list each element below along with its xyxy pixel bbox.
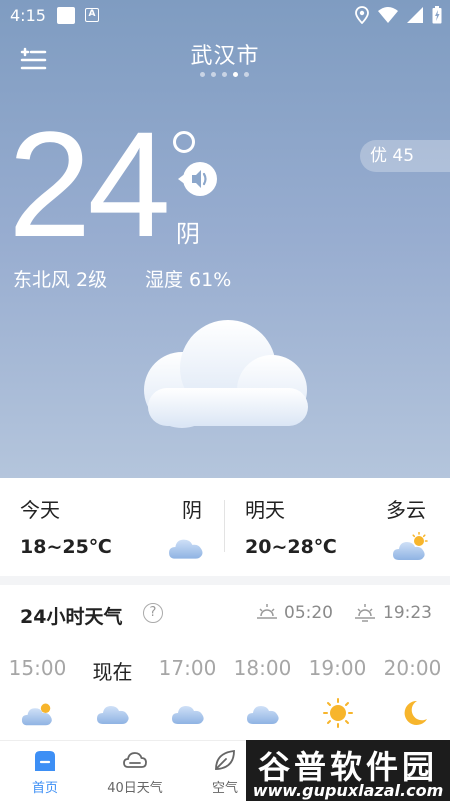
page-dot [222,72,227,77]
notification-a-icon: A [85,8,99,22]
home-icon [35,751,55,771]
voice-broadcast-icon[interactable] [176,161,218,197]
cloudy-icon [246,698,280,728]
tomorrow-condition: 多云 [386,498,426,522]
partly-cloudy-icon [393,532,428,560]
forecast-divider [224,500,225,552]
hourly-item: 19:00 [300,656,375,728]
hourly-section-title: 24小时天气 [20,606,123,628]
hourly-item: 15:00 [0,656,75,728]
battery-icon [432,6,442,24]
degree-symbol [173,131,195,153]
section-separator [0,576,450,585]
tomorrow-label: 明天 [245,498,285,522]
hourly-item: 18:00 [225,656,300,728]
location-icon [355,6,369,24]
nav-label: 首页 [31,781,58,796]
sunrise-time: 05:20 [284,603,333,623]
hourly-item: 20:00 [375,656,450,728]
hour-label: 15:00 [8,656,67,680]
status-time: 4:15 [10,6,46,25]
current-temperature: 24 [8,100,171,268]
page-dot-active [233,72,238,77]
humidity-info: 湿度 61% [145,269,232,291]
two-day-forecast: 今天 阴 18~25℃ 明天 多云 20~28℃ [0,478,450,576]
sunrise-icon [257,604,277,619]
cloudy-icon [171,698,205,728]
hour-label: 现在 [92,660,133,684]
wifi-icon [378,7,398,23]
hour-label: 20:00 [383,656,442,680]
current-condition: 阴 [176,220,200,248]
watermark-url: www.gupuxlazal.com [252,781,444,800]
nav-label: 40日天气 [107,781,163,796]
status-bar: 4:15 A [0,0,450,32]
page-dot [211,72,216,77]
city-title[interactable]: 武汉市 [0,38,450,70]
sunset-icon [355,604,375,622]
signal-icon [407,7,423,23]
hour-label: 17:00 [158,656,217,680]
city-page-indicator [200,72,249,77]
cloud-outline-icon [123,752,147,768]
watermark-logo: 谷普软件园 www.gupuxlazal.com [246,740,450,801]
cloudy-icon [168,532,204,562]
today-condition: 阴 [182,498,202,522]
sun-icon [322,698,353,728]
partly-cloudy-icon [21,703,52,726]
cloudy-illustration-icon [144,320,308,428]
weather-hero: 4:15 A 武汉市 24 阴 优 45 东北风 2级 湿度 61% [0,0,450,480]
sunset-time: 19:23 [383,603,432,623]
tomorrow-temp-range: 20~28℃ [245,536,337,558]
nav-item-40day[interactable]: 40日天气 [90,747,180,796]
page-dot [244,72,249,77]
hourly-item-now: 现在 [75,656,150,728]
wind-info: 东北风 2级 [13,269,108,291]
cloudy-icon [96,698,130,728]
hour-label: 19:00 [308,656,367,680]
help-icon[interactable]: ? [143,603,163,623]
hour-label: 18:00 [233,656,292,680]
today-label: 今天 [20,498,60,522]
air-quality-badge[interactable]: 优 45 [360,140,450,172]
nav-item-home[interactable]: 首页 [0,747,90,796]
notification-app-icon [57,7,75,24]
page-dot [200,72,205,77]
leaf-icon [215,749,235,770]
hourly-item: 17:00 [150,656,225,728]
moon-icon [404,700,427,725]
today-temp-range: 18~25℃ [20,536,112,558]
